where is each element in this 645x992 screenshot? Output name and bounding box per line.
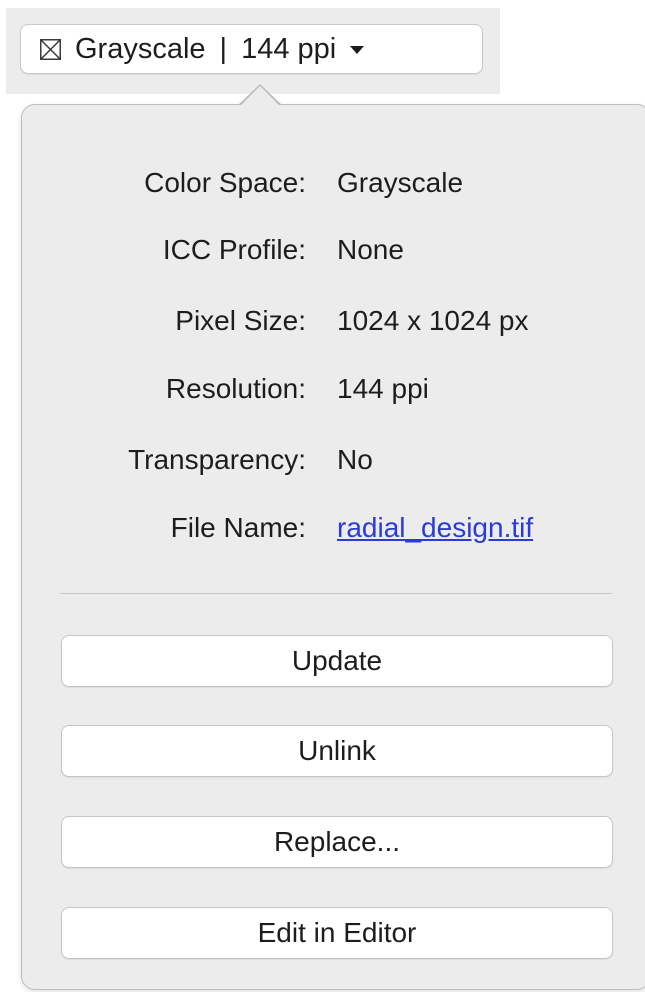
color-space-value: Grayscale bbox=[337, 167, 464, 198]
replace-button[interactable]: Replace... bbox=[61, 816, 613, 868]
update-button[interactable]: Update bbox=[61, 635, 613, 687]
info-row-color-space: Color Space: Grayscale bbox=[22, 163, 645, 203]
divider bbox=[60, 593, 612, 594]
pixel-size-label: Pixel Size: bbox=[175, 305, 306, 336]
info-row-resolution: Resolution: 144 ppi bbox=[22, 369, 645, 409]
icc-profile-value: None bbox=[337, 234, 404, 265]
popover-arrow-fill bbox=[240, 86, 280, 106]
info-row-file-name: File Name: radial_design.tif bbox=[22, 508, 645, 548]
image-info-popover: Color Space: Grayscale ICC Profile: None… bbox=[21, 104, 645, 990]
image-info-dropdown[interactable]: Grayscale | 144 ppi bbox=[20, 24, 483, 74]
file-name-label: File Name: bbox=[170, 512, 306, 543]
dropdown-color-mode: Grayscale bbox=[75, 32, 206, 65]
info-row-icc-profile: ICC Profile: None bbox=[22, 230, 645, 270]
image-placeholder-icon bbox=[40, 38, 61, 60]
resolution-value: 144 ppi bbox=[337, 373, 429, 404]
dropdown-separator: | bbox=[219, 32, 228, 65]
transparency-label: Transparency: bbox=[128, 444, 306, 475]
pixel-size-value: 1024 x 1024 px bbox=[337, 305, 529, 336]
transparency-value: No bbox=[337, 444, 373, 475]
file-name-link[interactable]: radial_design.tif bbox=[337, 508, 533, 548]
color-space-label: Color Space: bbox=[144, 167, 306, 198]
edit-in-editor-button[interactable]: Edit in Editor bbox=[61, 907, 613, 959]
info-row-pixel-size: Pixel Size: 1024 x 1024 px bbox=[22, 301, 645, 341]
icc-profile-label: ICC Profile: bbox=[162, 234, 306, 265]
chevron-down-icon bbox=[350, 46, 365, 54]
dropdown-resolution: 144 ppi bbox=[241, 32, 337, 65]
info-row-transparency: Transparency: No bbox=[22, 440, 645, 480]
resolution-label: Resolution: bbox=[165, 373, 306, 404]
unlink-button[interactable]: Unlink bbox=[61, 725, 613, 777]
